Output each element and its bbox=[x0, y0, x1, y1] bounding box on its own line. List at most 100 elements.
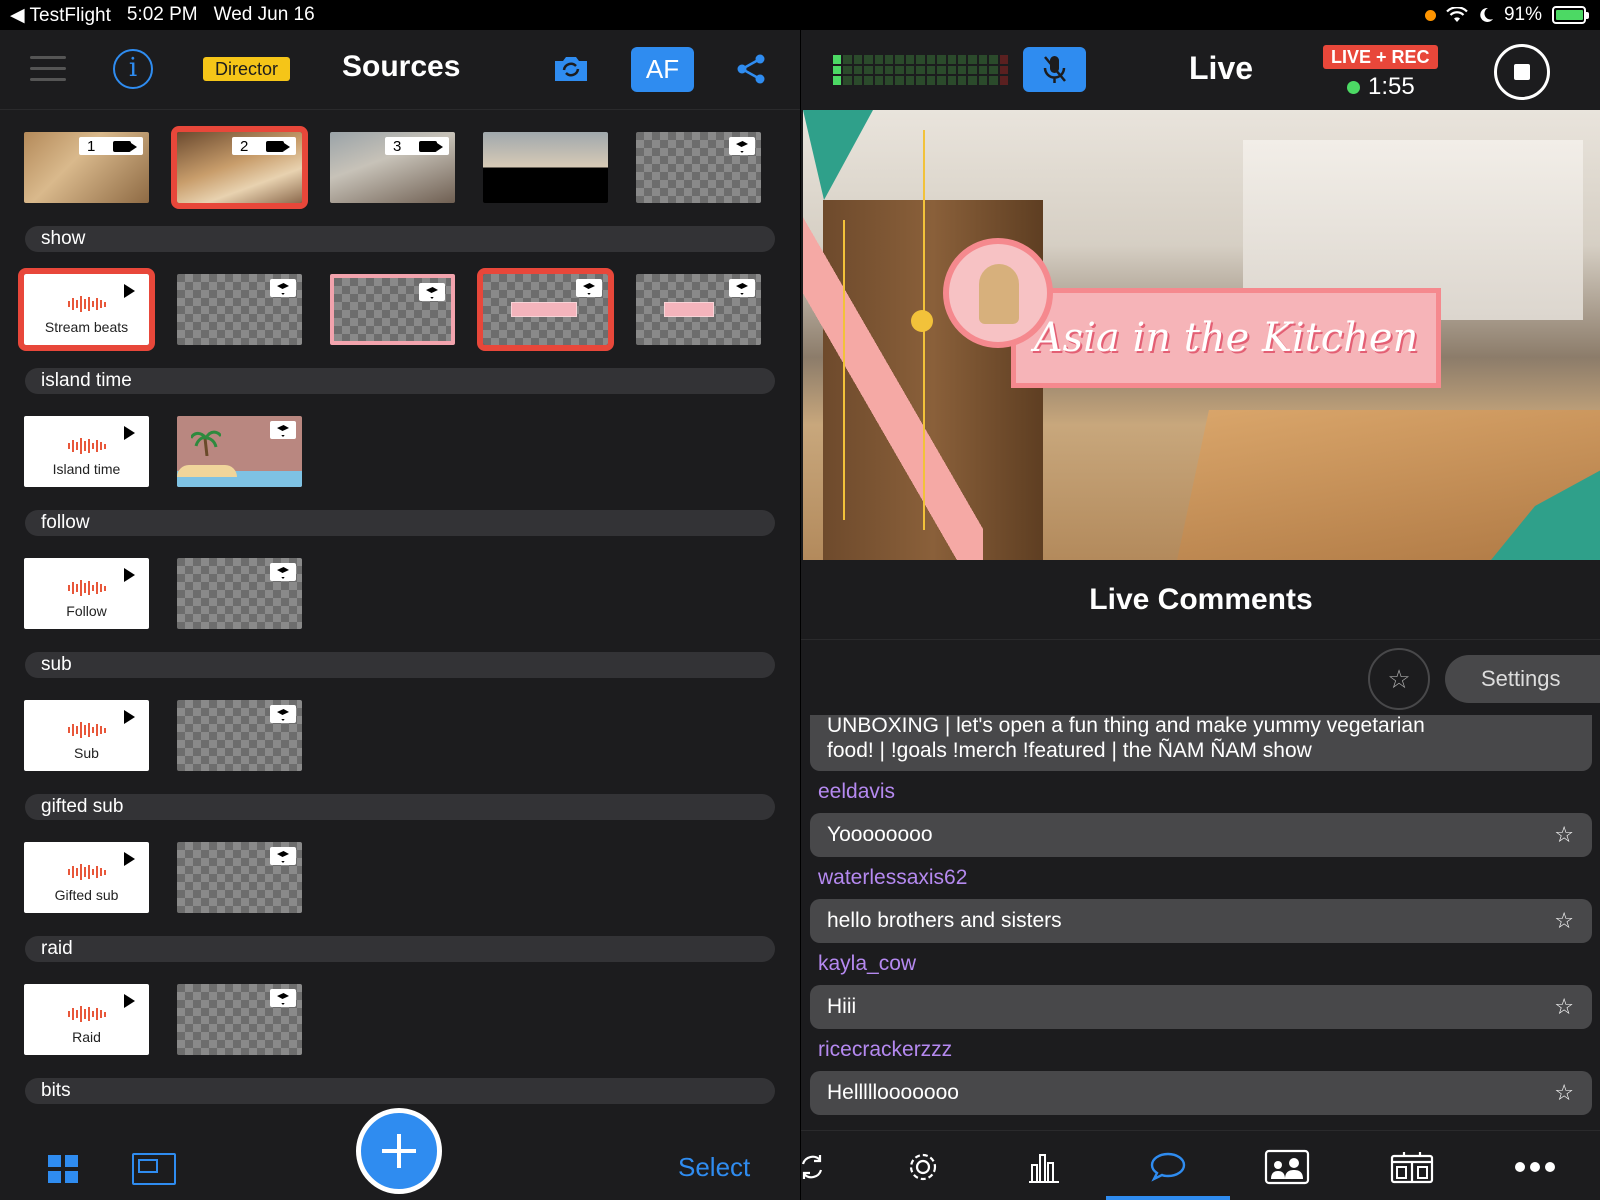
comment-username[interactable]: waterlessaxis62 bbox=[818, 866, 967, 890]
share-icon[interactable] bbox=[734, 52, 768, 86]
section-header-island-time[interactable]: island time bbox=[25, 368, 775, 394]
tab-comments[interactable] bbox=[1143, 1145, 1193, 1189]
layers-icon bbox=[270, 421, 296, 439]
guests-icon bbox=[1264, 1149, 1310, 1185]
play-icon[interactable] bbox=[124, 568, 135, 582]
island-overlay-source[interactable] bbox=[177, 416, 302, 487]
sound-source-sub[interactable]: Sub bbox=[24, 700, 149, 771]
sound-source-island-time[interactable]: Island time bbox=[24, 416, 149, 487]
play-icon[interactable] bbox=[124, 994, 135, 1008]
section-header-raid[interactable]: raid bbox=[25, 936, 775, 962]
favorites-star-button[interactable]: ☆ bbox=[1368, 648, 1430, 710]
video-camera-icon bbox=[266, 140, 291, 152]
comment-bubble[interactable]: Hiii ☆ bbox=[810, 985, 1592, 1029]
play-icon[interactable] bbox=[124, 710, 135, 724]
play-icon[interactable] bbox=[124, 284, 135, 298]
title-banner-thumbnail bbox=[664, 302, 714, 317]
camera-source-1[interactable]: 1 bbox=[24, 132, 149, 203]
comment-settings-button[interactable]: Settings bbox=[1445, 655, 1600, 703]
meter-cell bbox=[853, 76, 863, 85]
play-icon[interactable] bbox=[124, 852, 135, 866]
sound-label: Gifted sub bbox=[54, 887, 119, 903]
comment-username[interactable]: eeldavis bbox=[818, 780, 895, 804]
add-source-button[interactable] bbox=[356, 1108, 442, 1194]
sound-source-raid[interactable]: Raid bbox=[24, 984, 149, 1055]
comment-bubble[interactable]: Helllllooooooo ☆ bbox=[810, 1071, 1592, 1115]
meter-cell bbox=[978, 65, 988, 75]
star-icon[interactable]: ☆ bbox=[1554, 899, 1574, 943]
audio-wave-icon bbox=[67, 722, 106, 738]
chat-bubble-icon bbox=[1150, 1152, 1186, 1182]
overlay-source[interactable] bbox=[177, 700, 302, 771]
sound-source-follow[interactable]: Follow bbox=[24, 558, 149, 629]
moon-icon bbox=[1480, 7, 1493, 22]
comment-bubble[interactable]: Yoooooooo ☆ bbox=[810, 813, 1592, 857]
overlay-source[interactable] bbox=[177, 842, 302, 913]
sources-list[interactable]: 1 2 3 show Stream beats island time Isla… bbox=[0, 110, 800, 1160]
sources-panel: i Director Sources AF 1 2 3 show Stream … bbox=[0, 30, 800, 1200]
layers-icon bbox=[270, 279, 296, 297]
overlay-source[interactable] bbox=[177, 558, 302, 629]
meter-cell bbox=[864, 55, 873, 64]
tab-scoreboard[interactable] bbox=[1387, 1145, 1437, 1189]
meter-cell bbox=[957, 55, 967, 64]
status-date: Wed Jun 16 bbox=[213, 4, 315, 25]
back-to-testflight[interactable]: ◀ TestFlight bbox=[10, 4, 111, 27]
tab-sync[interactable] bbox=[787, 1145, 837, 1189]
comment-username[interactable]: ricecrackerzzz bbox=[818, 1038, 952, 1062]
star-icon[interactable]: ☆ bbox=[1554, 1071, 1574, 1115]
director-badge[interactable]: Director bbox=[203, 57, 291, 81]
gear-icon bbox=[909, 1153, 937, 1181]
status-bar: ◀ TestFlight 5:02 PM Wed Jun 16 91% bbox=[0, 0, 1600, 30]
section-header-sub[interactable]: sub bbox=[25, 652, 775, 678]
sound-source-gifted-sub[interactable]: Gifted sub bbox=[24, 842, 149, 913]
video-camera-icon bbox=[419, 140, 444, 152]
sun-icon bbox=[911, 310, 933, 332]
section-header-show[interactable]: show bbox=[25, 226, 775, 252]
meter-cell bbox=[989, 55, 998, 64]
multiview-source[interactable] bbox=[483, 132, 608, 203]
autofocus-button[interactable]: AF bbox=[631, 47, 694, 92]
tab-stats[interactable] bbox=[1019, 1145, 1069, 1189]
timer-value: 1:55 bbox=[1368, 73, 1415, 100]
layout-view-icon[interactable] bbox=[132, 1153, 176, 1185]
camera-source-3[interactable]: 3 bbox=[330, 132, 455, 203]
overlay-source[interactable] bbox=[177, 984, 302, 1055]
active-tab-indicator bbox=[1106, 1196, 1230, 1200]
comments-list[interactable]: UNBOXING | let's open a fun thing and ma… bbox=[801, 715, 1600, 1130]
star-icon[interactable]: ☆ bbox=[1554, 985, 1574, 1029]
menu-icon[interactable] bbox=[30, 56, 66, 82]
live-preview[interactable]: Asia in the Kitchen bbox=[803, 110, 1600, 560]
grid-view-icon[interactable] bbox=[48, 1155, 78, 1183]
info-icon[interactable]: i bbox=[113, 49, 153, 89]
live-rec-badge: LIVE + REC bbox=[1323, 45, 1438, 69]
comment-bubble[interactable]: hello brothers and sisters ☆ bbox=[810, 899, 1592, 943]
camera-source-2[interactable]: 2 bbox=[171, 126, 308, 209]
wifi-icon bbox=[1446, 7, 1468, 22]
stop-stream-button[interactable] bbox=[1494, 44, 1550, 100]
overlay-source-title[interactable] bbox=[477, 268, 614, 351]
play-icon[interactable] bbox=[124, 426, 135, 440]
section-header-follow[interactable]: follow bbox=[25, 510, 775, 536]
comment-bubble[interactable]: UNBOXING | let's open a fun thing and ma… bbox=[810, 715, 1592, 771]
select-button[interactable]: Select bbox=[678, 1152, 750, 1183]
section-header-gifted-sub[interactable]: gifted sub bbox=[25, 794, 775, 820]
tab-guests[interactable] bbox=[1262, 1145, 1312, 1189]
tab-settings[interactable] bbox=[898, 1145, 948, 1189]
live-indicator-dot bbox=[1347, 80, 1360, 94]
overlay-source[interactable] bbox=[636, 132, 761, 203]
meter-cell bbox=[833, 76, 842, 85]
section-header-bits[interactable]: bits bbox=[25, 1078, 775, 1104]
star-icon[interactable]: ☆ bbox=[1554, 813, 1574, 857]
mute-mic-button[interactable] bbox=[1023, 47, 1086, 92]
overlay-source[interactable] bbox=[330, 274, 455, 345]
sound-label: Follow bbox=[66, 603, 107, 619]
sound-source-stream-beats[interactable]: Stream beats bbox=[18, 268, 155, 351]
stream-title-banner: Asia in the Kitchen bbox=[1011, 288, 1441, 388]
overlay-source[interactable] bbox=[177, 274, 302, 345]
meter-cell bbox=[916, 55, 925, 64]
switch-camera-icon[interactable] bbox=[552, 53, 590, 85]
comment-username[interactable]: kayla_cow bbox=[818, 952, 916, 976]
overlay-source[interactable] bbox=[636, 274, 761, 345]
tab-more[interactable] bbox=[1510, 1145, 1560, 1189]
